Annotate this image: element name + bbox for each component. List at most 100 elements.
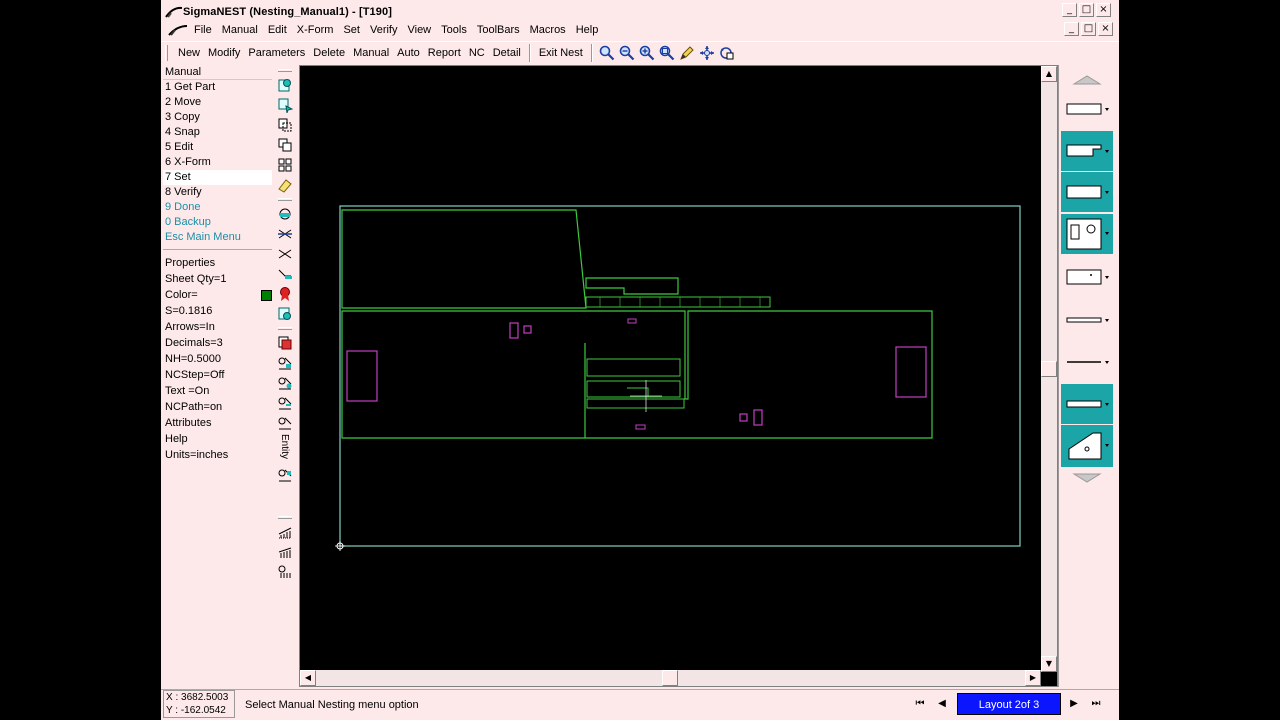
menu-option-set[interactable]: 7 Set (163, 170, 272, 185)
part-info-icon[interactable] (276, 305, 294, 323)
menu-file[interactable]: File (189, 24, 217, 36)
menu-tools[interactable]: Tools (436, 24, 472, 36)
prop-color[interactable]: Color= (163, 287, 272, 303)
toolbar-grip[interactable] (278, 516, 292, 519)
prop-text[interactable]: Text =On (163, 383, 272, 399)
ribbon-icon[interactable] (276, 285, 294, 303)
nc-tool-1-icon[interactable] (276, 523, 294, 541)
scroll-down-button[interactable]: ▼ (1041, 656, 1057, 672)
detail-button[interactable]: Detail (489, 47, 525, 59)
prop-ncpath[interactable]: NCPath=on (163, 399, 272, 415)
menu-view[interactable]: View (402, 24, 436, 36)
menu-help[interactable]: Help (571, 24, 604, 36)
rotate-part-icon[interactable] (276, 205, 294, 223)
menu-option-get-part[interactable]: 1 Get Part (163, 80, 272, 95)
entity-tool-2-icon[interactable] (276, 374, 294, 392)
menu-macros[interactable]: Macros (525, 24, 571, 36)
horizontal-scrollbar[interactable]: ◀ ▶ (300, 670, 1041, 686)
next-layout-button[interactable]: ▶ (1065, 696, 1083, 712)
menu-verify[interactable]: Verify (365, 24, 403, 36)
slide-part-icon[interactable] (276, 265, 294, 283)
pan-icon[interactable] (697, 44, 717, 62)
palette-part-3[interactable] (1061, 172, 1113, 212)
toolbar-grip[interactable] (165, 44, 168, 61)
array-icon[interactable] (276, 156, 294, 174)
entity-tool-5-icon[interactable] (276, 466, 294, 484)
select-part-icon[interactable] (276, 334, 294, 352)
entity-tool-4-icon[interactable] (276, 414, 294, 432)
palette-part-7[interactable] (1061, 342, 1113, 382)
get-part-icon[interactable] (276, 76, 294, 94)
scroll-up-button[interactable]: ▲ (1041, 66, 1057, 82)
rotate-view-icon[interactable] (717, 44, 737, 62)
palette-part-4[interactable] (1061, 214, 1113, 254)
copy-part-icon[interactable] (276, 116, 294, 134)
doc-restore-button[interactable]: □ (1081, 22, 1096, 36)
menu-option-verify[interactable]: 8 Verify (163, 185, 272, 200)
menu-option-snap[interactable]: 4 Snap (163, 125, 272, 140)
maximize-button[interactable]: □ (1079, 3, 1094, 17)
menu-option-edit[interactable]: 5 Edit (163, 140, 272, 155)
palette-part-2[interactable] (1061, 131, 1113, 171)
palette-part-5[interactable] (1061, 257, 1113, 297)
zoom-in-icon[interactable] (637, 44, 657, 62)
prop-s[interactable]: S=0.1816 (163, 303, 272, 319)
doc-close-button[interactable]: × (1098, 22, 1113, 36)
scroll-right-button[interactable]: ▶ (1025, 670, 1041, 686)
menu-set[interactable]: Set (338, 24, 365, 36)
palette-part-9[interactable] (1061, 425, 1113, 467)
properties-header[interactable]: Properties (163, 255, 272, 271)
exit-nest-button[interactable]: Exit Nest (535, 47, 587, 59)
menu-option-copy[interactable]: 3 Copy (163, 110, 272, 125)
palette-part-6[interactable] (1061, 300, 1113, 340)
parameters-button[interactable]: Parameters (244, 47, 309, 59)
menu-option-backup[interactable]: 0 Backup (163, 215, 272, 230)
pencil-icon[interactable] (677, 44, 697, 62)
toolbar-grip[interactable] (278, 69, 292, 72)
zoom-icon[interactable] (597, 44, 617, 62)
auto-button[interactable]: Auto (393, 47, 424, 59)
delete-button[interactable]: Delete (309, 47, 349, 59)
nest-canvas[interactable] (300, 66, 1041, 670)
eraser-icon[interactable] (276, 176, 294, 194)
menu-toolbars[interactable]: ToolBars (472, 24, 525, 36)
prop-attributes[interactable]: Attributes (163, 415, 272, 431)
menu-option-done[interactable]: 9 Done (163, 200, 272, 215)
nc-tool-3-icon[interactable] (276, 563, 294, 581)
manual-button[interactable]: Manual (349, 47, 393, 59)
first-layout-button[interactable]: ⏮ (911, 696, 929, 712)
mirror-y-icon[interactable] (276, 245, 294, 263)
move-part-icon[interactable] (276, 96, 294, 114)
minimize-button[interactable]: _ (1062, 3, 1077, 17)
menu-edit[interactable]: Edit (263, 24, 292, 36)
prop-help[interactable]: Help (163, 431, 272, 447)
vertical-scrollbar[interactable]: ▲ ▼ (1041, 66, 1057, 672)
close-button[interactable]: × (1096, 3, 1111, 17)
color-swatch[interactable] (261, 290, 272, 301)
horizontal-scroll-thumb[interactable] (662, 670, 678, 686)
prop-decimals[interactable]: Decimals=3 (163, 335, 272, 351)
mirror-x-icon[interactable] (276, 225, 294, 243)
prop-arrows[interactable]: Arrows=In (163, 319, 272, 335)
report-button[interactable]: Report (424, 47, 465, 59)
zoom-out-icon[interactable] (617, 44, 637, 62)
scroll-left-button[interactable]: ◀ (300, 670, 316, 686)
last-layout-button[interactable]: ⏭ (1087, 696, 1105, 712)
prop-sheet-qty[interactable]: Sheet Qty=1 (163, 271, 272, 287)
palette-part-1[interactable] (1061, 89, 1113, 129)
duplicate-icon[interactable] (276, 136, 294, 154)
menu-x-form[interactable]: X-Form (292, 24, 339, 36)
menu-option-esc-main-menu[interactable]: Esc Main Menu (163, 230, 272, 245)
vertical-scroll-thumb[interactable] (1041, 361, 1057, 377)
modify-button[interactable]: Modify (204, 47, 244, 59)
prop-units[interactable]: Units=inches (163, 447, 272, 463)
menu-manual[interactable]: Manual (217, 24, 263, 36)
palette-scroll-down-icon[interactable] (1061, 469, 1113, 487)
entity-tool-3-icon[interactable] (276, 394, 294, 412)
toolbar-grip[interactable] (278, 327, 292, 330)
menu-option-x-form[interactable]: 6 X-Form (163, 155, 272, 170)
new-button[interactable]: New (174, 47, 204, 59)
palette-part-8[interactable] (1061, 384, 1113, 424)
menu-option-move[interactable]: 2 Move (163, 95, 272, 110)
previous-layout-button[interactable]: ◀ (933, 696, 951, 712)
